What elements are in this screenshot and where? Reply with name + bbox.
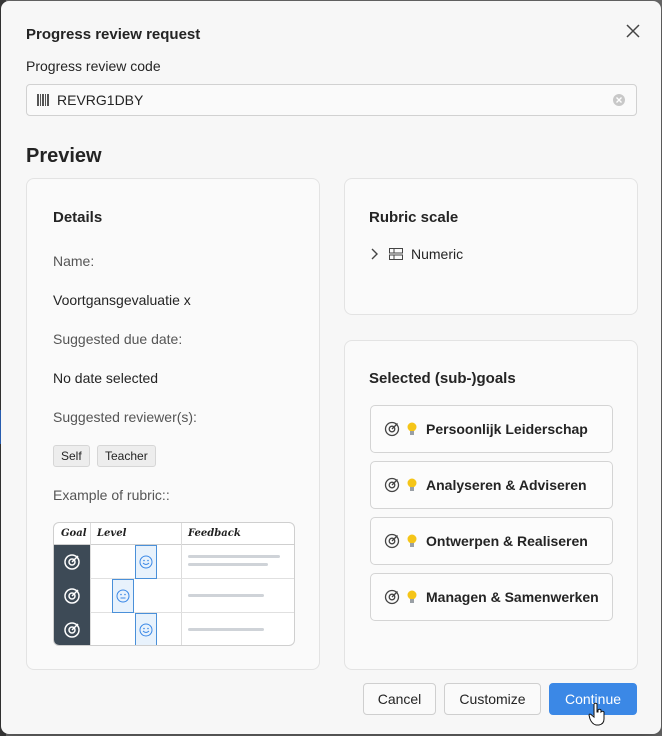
goal-item[interactable]: Persoonlijk Leiderschap (370, 405, 613, 453)
rubric-goal-column (54, 545, 90, 645)
lightbulb-icon (407, 478, 417, 491)
preview-title: Preview (26, 145, 102, 167)
target-icon (64, 554, 80, 570)
goals-card: Selected (sub-)goals Persoonlijk Leiders… (344, 340, 638, 670)
rubric-header-goal: Goal (61, 528, 87, 539)
rubric-scale-card: Rubric scale Numeric (344, 178, 638, 315)
target-icon (384, 421, 400, 437)
name-value: Voortgansgevaluatie x (53, 292, 191, 308)
target-icon (64, 588, 80, 604)
goal-label: Persoonlijk Leiderschap (426, 421, 588, 437)
clear-icon[interactable] (612, 93, 626, 107)
lightbulb-icon (407, 422, 417, 435)
goals-heading: Selected (sub-)goals (369, 370, 516, 387)
rubric-example-label: Example of rubric:: (53, 487, 170, 503)
reviewer-tag-self: Self (53, 445, 90, 467)
chevron-right-icon (371, 248, 378, 260)
details-card: Details Name: Voortgansgevaluatie x Sugg… (26, 178, 320, 670)
customize-button[interactable]: Customize (444, 683, 541, 715)
target-icon (384, 533, 400, 549)
rubric-example-image: Goal Level Feedback (53, 522, 295, 646)
goal-label: Analyseren & Adviseren (426, 477, 587, 493)
rubric-header-level: Level (97, 528, 127, 539)
close-icon (626, 24, 640, 38)
feedback-placeholder (188, 628, 264, 631)
rubric-row (90, 545, 294, 579)
barcode-icon (37, 94, 49, 106)
goal-label: Managen & Samenwerken (426, 589, 599, 605)
close-button[interactable] (621, 19, 645, 43)
name-label: Name: (53, 253, 95, 269)
code-input[interactable] (57, 92, 612, 108)
code-label: Progress review code (26, 58, 161, 74)
progress-review-dialog: Progress review request Progress review … (1, 1, 661, 734)
goal-label: Ontwerpen & Realiseren (426, 533, 588, 549)
smiley-icon (135, 545, 157, 579)
smiley-icon (135, 613, 157, 645)
rubric-scale-heading: Rubric scale (369, 209, 459, 226)
lightbulb-icon (407, 534, 417, 547)
due-date-label: Suggested due date: (53, 331, 183, 347)
goal-item[interactable]: Analyseren & Adviseren (370, 461, 613, 509)
cancel-button[interactable]: Cancel (363, 683, 436, 715)
target-icon (64, 622, 80, 638)
rubric-scale-label: Numeric (411, 246, 464, 262)
scale-icon (389, 248, 403, 260)
goal-item[interactable]: Managen & Samenwerken (370, 573, 613, 621)
neutral-face-icon (112, 579, 134, 613)
due-date-value: No date selected (53, 370, 159, 386)
rubric-header-feedback: Feedback (188, 528, 241, 539)
target-icon (384, 589, 400, 605)
dialog-title: Progress review request (26, 26, 201, 43)
feedback-placeholder (188, 563, 268, 566)
goal-item[interactable]: Ontwerpen & Realiseren (370, 517, 613, 565)
rubric-row (90, 613, 294, 645)
feedback-placeholder (188, 555, 280, 558)
hand-cursor-icon (588, 702, 605, 726)
rubric-row (90, 579, 294, 613)
target-icon (384, 477, 400, 493)
rubric-scale-item[interactable]: Numeric (369, 246, 463, 262)
reviewers-label: Suggested reviewer(s): (53, 409, 197, 425)
reviewer-tag-teacher: Teacher (97, 445, 156, 467)
feedback-placeholder (188, 594, 264, 597)
lightbulb-icon (407, 590, 417, 603)
code-field[interactable] (26, 84, 637, 116)
details-heading: Details (53, 209, 103, 226)
